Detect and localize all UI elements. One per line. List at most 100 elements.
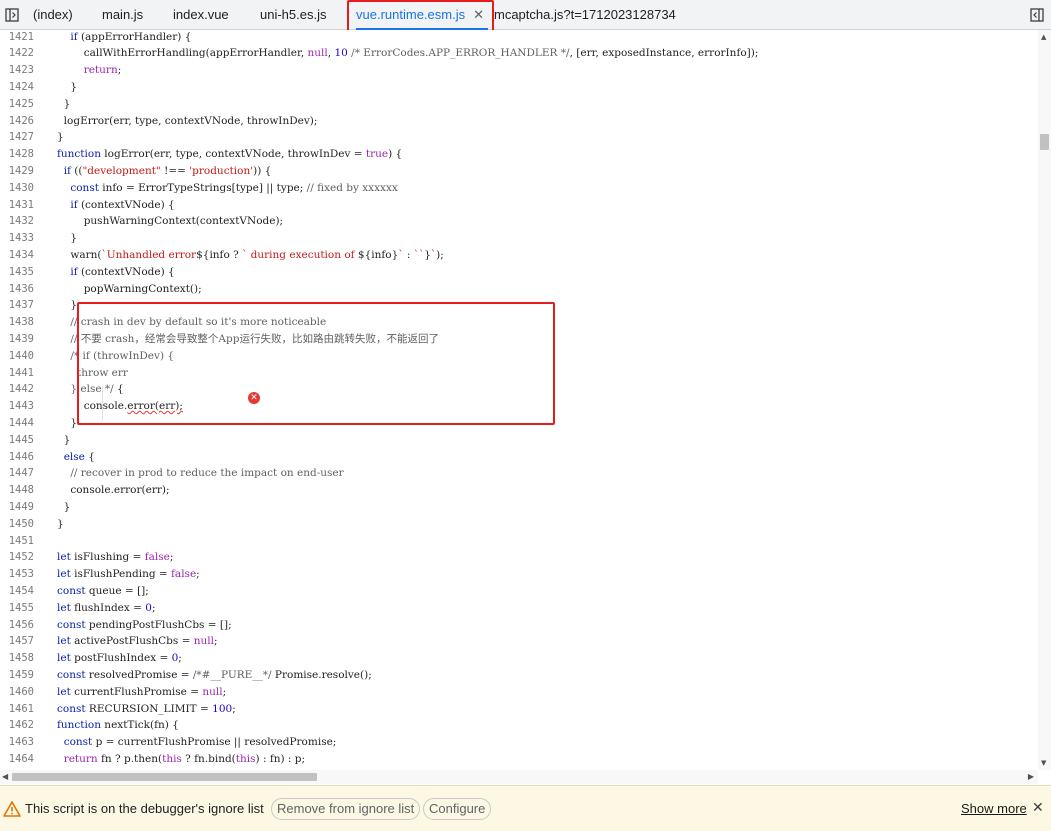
code-line[interactable]: 1424 } <box>0 79 1038 96</box>
code-line[interactable]: 1449 } <box>0 499 1038 516</box>
code-line[interactable]: 1443 console.error(err); <box>0 398 1038 415</box>
line-number[interactable]: 1435 <box>0 264 34 281</box>
code-line[interactable]: 1452 let isFlushing = false; <box>0 549 1038 566</box>
line-number[interactable]: 1439 <box>0 331 34 348</box>
line-number[interactable]: 1461 <box>0 701 34 718</box>
scroll-left-icon[interactable]: ◀ <box>2 772 8 781</box>
tab-mcaptcha[interactable]: mcaptcha.js?t=1712023128734 <box>494 0 676 30</box>
line-number[interactable]: 1438 <box>0 314 34 331</box>
horizontal-scroll-thumb[interactable] <box>12 773 317 781</box>
line-number[interactable]: 1457 <box>0 633 34 650</box>
line-number[interactable]: 1453 <box>0 566 34 583</box>
line-number[interactable]: 1437 <box>0 297 34 314</box>
code-line[interactable]: 1425 } <box>0 96 1038 113</box>
tab-uni-h5[interactable]: uni-h5.es.js <box>260 0 326 30</box>
remove-from-ignore-list-button[interactable]: Remove from ignore list <box>271 798 421 820</box>
line-number[interactable]: 1455 <box>0 600 34 617</box>
line-number[interactable]: 1459 <box>0 667 34 684</box>
code-line[interactable]: 1460 let currentFlushPromise = null; <box>0 684 1038 701</box>
code-line[interactable]: 1459 const resolvedPromise = /*#__PURE__*… <box>0 667 1038 684</box>
tab-index-vue[interactable]: index.vue <box>173 0 229 30</box>
line-number[interactable]: 1456 <box>0 617 34 634</box>
code-line[interactable]: 1431 if (contextVNode) { <box>0 197 1038 214</box>
code-line[interactable]: 1454 const queue = []; <box>0 583 1038 600</box>
code-editor[interactable]: 1421 if (appErrorHandler) {1422 callWith… <box>0 30 1038 770</box>
code-line[interactable]: 1458 let postFlushIndex = 0; <box>0 650 1038 667</box>
line-number[interactable]: 1425 <box>0 96 34 113</box>
line-number[interactable]: 1454 <box>0 583 34 600</box>
line-number[interactable]: 1423 <box>0 62 34 79</box>
configure-button[interactable]: Configure <box>423 798 492 820</box>
tab-index[interactable]: (index) <box>33 0 73 30</box>
line-number[interactable]: 1424 <box>0 79 34 96</box>
line-number[interactable]: 1450 <box>0 516 34 533</box>
vertical-scrollbar[interactable]: ▲ ▼ <box>1038 30 1051 770</box>
line-number[interactable]: 1443 <box>0 398 34 415</box>
code-line[interactable]: 1450} <box>0 516 1038 533</box>
code-line[interactable]: 1462 function nextTick(fn) { <box>0 717 1038 734</box>
line-number[interactable]: 1463 <box>0 734 34 751</box>
error-icon[interactable]: ✕ <box>248 392 260 404</box>
scroll-up-icon[interactable]: ▲ <box>1041 33 1046 41</box>
show-more-link[interactable]: Show more <box>961 801 1027 816</box>
code-line[interactable]: 1463 const p = currentFlushPromise || re… <box>0 734 1038 751</box>
code-line[interactable]: 1441 throw err <box>0 365 1038 382</box>
code-line[interactable]: 1426 logError(err, type, contextVNode, t… <box>0 113 1038 130</box>
code-line[interactable]: 1453 let isFlushPending = false; <box>0 566 1038 583</box>
code-line[interactable]: 1464 return fn ? p.then(this ? fn.bind(t… <box>0 751 1038 768</box>
code-line[interactable]: 1435 if (contextVNode) { <box>0 264 1038 281</box>
code-line[interactable]: 1430 const info = ErrorTypeStrings[type]… <box>0 180 1038 197</box>
line-number[interactable]: 1460 <box>0 684 34 701</box>
navigator-toggle-button[interactable] <box>0 0 24 30</box>
line-number[interactable]: 1458 <box>0 650 34 667</box>
code-line[interactable]: 1444 } <box>0 415 1038 432</box>
line-number[interactable]: 1431 <box>0 197 34 214</box>
line-number[interactable]: 1464 <box>0 751 34 768</box>
code-line[interactable]: 1440 /* if (throwInDev) { <box>0 348 1038 365</box>
line-number[interactable]: 1441 <box>0 365 34 382</box>
code-line[interactable]: 1422 callWithErrorHandling(appErrorHandl… <box>0 45 1038 62</box>
code-line[interactable]: 1421 if (appErrorHandler) { <box>0 30 1038 45</box>
line-number[interactable]: 1421 <box>0 30 34 45</box>
line-number[interactable]: 1448 <box>0 482 34 499</box>
line-number[interactable]: 1442 <box>0 381 34 398</box>
line-number[interactable]: 1422 <box>0 45 34 62</box>
code-line[interactable]: 1428 function logError(err, type, context… <box>0 146 1038 163</box>
close-icon[interactable]: ✕ <box>1032 799 1044 816</box>
code-line[interactable]: 1423 return; <box>0 62 1038 79</box>
line-number[interactable]: 1446 <box>0 449 34 466</box>
code-line[interactable]: 1457 let activePostFlushCbs = null; <box>0 633 1038 650</box>
line-number[interactable]: 1445 <box>0 432 34 449</box>
code-line[interactable]: 1434 warn(`Unhandled error${info ? ` dur… <box>0 247 1038 264</box>
vertical-scroll-thumb[interactable] <box>1040 134 1049 150</box>
code-line[interactable]: 1436 popWarningContext(); <box>0 281 1038 298</box>
code-line[interactable]: 1429 if (("development" !== 'production'… <box>0 163 1038 180</box>
code-line[interactable]: 1445 } <box>0 432 1038 449</box>
code-line[interactable]: 1442 } else */ { <box>0 381 1038 398</box>
line-number[interactable]: 1428 <box>0 146 34 163</box>
code-line[interactable]: 1447 // recover in prod to reduce the im… <box>0 465 1038 482</box>
code-line[interactable]: 1437 } <box>0 297 1038 314</box>
code-line[interactable]: 1433 } <box>0 230 1038 247</box>
debugger-toggle-button[interactable] <box>1025 0 1049 30</box>
code-line[interactable]: 1455 let flushIndex = 0; <box>0 600 1038 617</box>
line-number[interactable]: 1447 <box>0 465 34 482</box>
line-number[interactable]: 1430 <box>0 180 34 197</box>
line-number[interactable]: 1429 <box>0 163 34 180</box>
line-number[interactable]: 1440 <box>0 348 34 365</box>
code-line[interactable]: 1456 const pendingPostFlushCbs = []; <box>0 617 1038 634</box>
scroll-right-icon[interactable]: ▶ <box>1028 772 1034 781</box>
code-line[interactable]: 1439 // 不要 crash，经常会导致整个App运行失败，比如路由跳转失败… <box>0 331 1038 348</box>
line-number[interactable]: 1449 <box>0 499 34 516</box>
code-line[interactable]: 1461 const RECURSION_LIMIT = 100; <box>0 701 1038 718</box>
code-line[interactable]: 1438 // crash in dev by default so it's … <box>0 314 1038 331</box>
code-line[interactable]: 1448 console.error(err); <box>0 482 1038 499</box>
line-number[interactable]: 1451 <box>0 533 34 550</box>
line-number[interactable]: 1434 <box>0 247 34 264</box>
code-line[interactable]: 1427} <box>0 129 1038 146</box>
line-number[interactable]: 1427 <box>0 129 34 146</box>
line-number[interactable]: 1432 <box>0 213 34 230</box>
line-number[interactable]: 1436 <box>0 281 34 298</box>
code-line[interactable]: 1432 pushWarningContext(contextVNode); <box>0 213 1038 230</box>
tab-main-js[interactable]: main.js <box>102 0 143 30</box>
